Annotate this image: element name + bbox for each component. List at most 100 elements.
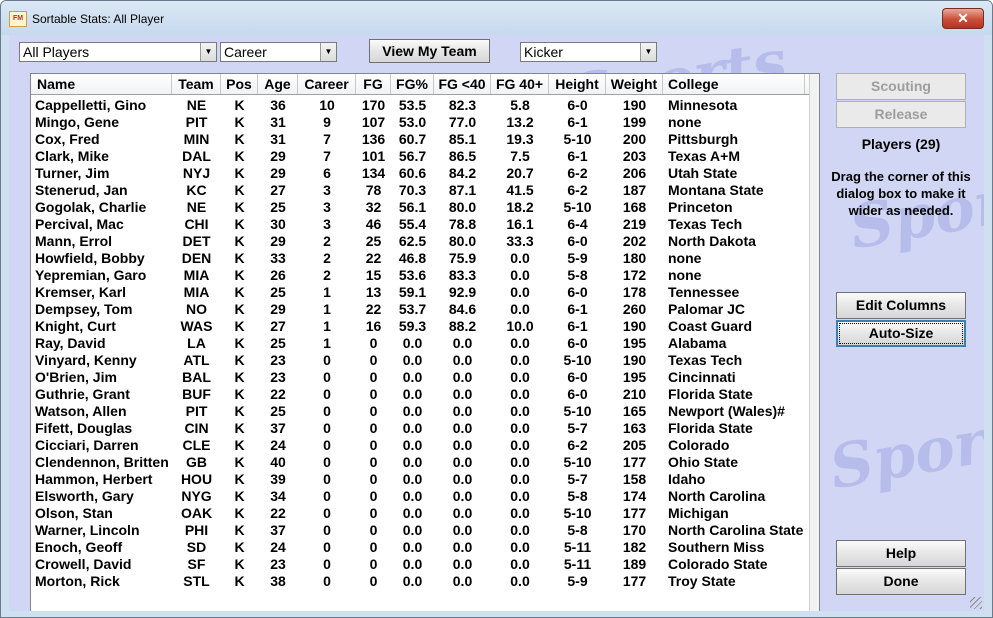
cell-age: 25 — [270, 284, 286, 300]
column-header-career[interactable]: Career — [298, 74, 356, 94]
cell-fg-40-plus: 0.0 — [510, 420, 530, 436]
resize-grip-icon[interactable] — [970, 597, 982, 609]
cell-name: O'Brien, Jim — [35, 369, 117, 385]
cell-team: DEN — [181, 250, 212, 266]
table-row[interactable]: Warner, Lincoln PHI K 37 0 0 0.0 0.0 0.0 5-8 170 No… — [31, 522, 811, 539]
vertical-scrollbar[interactable] — [809, 74, 819, 611]
table-row[interactable]: Watson, Allen PIT K 25 0 0 0.0 0.0 0.0 5-10 165 New… — [31, 403, 811, 420]
cell-college: Montana State — [668, 182, 764, 198]
cell-career: 1 — [323, 301, 331, 317]
cell-team: PIT — [185, 114, 208, 130]
period-filter-select[interactable]: Career ▼ — [220, 42, 337, 62]
close-button[interactable]: ✕ — [942, 8, 984, 29]
auto-size-button[interactable]: Auto-Size — [836, 320, 966, 347]
table-row[interactable]: Dempsey, Tom NO K 29 1 22 53.7 84.6 0.0 6-1 260 Pal… — [31, 301, 811, 318]
cell-fg: 22 — [365, 301, 382, 317]
table-row[interactable]: Clendennon, Britten GB K 40 0 0 0.0 0.0 0.0 5-10 1… — [31, 454, 811, 471]
cell-name: Clark, Mike — [35, 148, 109, 164]
done-button[interactable]: Done — [836, 568, 966, 595]
chevron-down-icon[interactable]: ▼ — [320, 43, 336, 61]
cell-height: 5-10 — [563, 454, 592, 470]
cell-weight: 168 — [622, 199, 647, 215]
cell-pos: K — [234, 505, 245, 521]
table-row[interactable]: Cox, Fred MIN K 31 7 136 60.7 85.1 19.3 5-10 200 Pi… — [31, 131, 811, 148]
table-row[interactable]: Mingo, Gene PIT K 31 9 107 53.0 77.0 13.2 6-1 199 n… — [31, 114, 811, 131]
cell-fg: 0 — [369, 420, 378, 436]
table-row[interactable]: Stenerud, Jan KC K 27 3 78 70.3 87.1 41.5 6-2 187 M… — [31, 182, 811, 199]
cell-height: 5-10 — [563, 505, 592, 521]
table-row[interactable]: O'Brien, Jim BAL K 23 0 0 0.0 0.0 0.0 6-0 195 Cinci… — [31, 369, 811, 386]
scouting-button[interactable]: Scouting — [836, 73, 966, 100]
column-header-height[interactable]: Height — [549, 74, 606, 94]
cell-team: NE — [186, 199, 207, 215]
cell-fg-40-plus: 0.0 — [510, 301, 530, 317]
table-row[interactable]: Vinyard, Kenny ATL K 23 0 0 0.0 0.0 0.0 5-10 190 Te… — [31, 352, 811, 369]
table-row[interactable]: Gogolak, Charlie NE K 25 3 32 56.1 80.0 18.2 5-10… — [31, 199, 811, 216]
players-filter-select[interactable]: All Players ▼ — [19, 42, 217, 62]
cell-team: PHI — [184, 522, 209, 538]
column-header-fg-under-40[interactable]: FG <40 — [434, 74, 491, 94]
table-row[interactable]: Howfield, Bobby DEN K 33 2 22 46.8 75.9 0.0 5-9 18… — [31, 250, 811, 267]
release-button[interactable]: Release — [836, 101, 966, 128]
table-row[interactable]: Percival, Mac CHI K 30 3 46 55.4 78.8 16.1 6-4 219… — [31, 216, 811, 233]
cell-career: 0 — [323, 556, 331, 572]
cell-college: Minnesota — [668, 97, 738, 113]
cell-college: North Carolina — [668, 488, 766, 504]
table-row[interactable]: Turner, Jim NYJ K 29 6 134 60.6 84.2 20.7 6-2 206 U… — [31, 165, 811, 182]
table-row[interactable]: Guthrie, Grant BUF K 22 0 0 0.0 0.0 0.0 6-0 210 Flo… — [31, 386, 811, 403]
table-row[interactable]: Elsworth, Gary NYG K 34 0 0 0.0 0.0 0.0 5-8 174 Nor… — [31, 488, 811, 505]
column-header-name[interactable]: Name — [31, 74, 172, 94]
cell-fg: 78 — [365, 182, 382, 198]
table-row[interactable]: Cicciari, Darren CLE K 24 0 0 0.0 0.0 0.0 6-2 205 C… — [31, 437, 811, 454]
cell-height: 5-9 — [567, 250, 588, 266]
table-row[interactable]: Ray, David LA K 25 1 0 0.0 0.0 0.0 6-0 195 Alabama — [31, 335, 811, 352]
column-header-college[interactable]: College — [663, 74, 805, 94]
table-row[interactable]: Cappelletti, Gino NE K 36 10 170 53.5 82.3 5.8 6-… — [31, 97, 811, 114]
table-row[interactable]: Enoch, Geoff SD K 24 0 0 0.0 0.0 0.0 5-11 182 South… — [31, 539, 811, 556]
column-header-team[interactable]: Team — [172, 74, 221, 94]
cell-pos: K — [234, 573, 245, 589]
cell-pos: K — [234, 148, 245, 164]
cell-fg-40-plus: 41.5 — [506, 182, 534, 198]
column-header-age[interactable]: Age — [258, 74, 298, 94]
cell-college: North Carolina State — [668, 522, 804, 538]
table-row[interactable]: Crowell, David SF K 23 0 0 0.0 0.0 0.0 5-11 189 Col… — [31, 556, 811, 573]
column-header-fg-40-plus[interactable]: FG 40+ — [491, 74, 549, 94]
title-bar[interactable]: FM Sortable Stats: All Player ✕ — [1, 1, 992, 35]
table-row[interactable]: Clark, Mike DAL K 29 7 101 56.7 86.5 7.5 6-1 203 Te… — [31, 148, 811, 165]
cell-fg: 0 — [369, 471, 378, 487]
position-filter-select[interactable]: Kicker ▼ — [520, 42, 657, 62]
table-row[interactable]: Fifett, Douglas CIN K 37 0 0 0.0 0.0 0.0 5-7 163 Fl… — [31, 420, 811, 437]
help-button[interactable]: Help — [836, 540, 966, 567]
cell-fg-40-plus: 0.0 — [510, 284, 530, 300]
cell-fg-pct: 56.1 — [398, 199, 427, 215]
chevron-down-icon[interactable]: ▼ — [640, 43, 656, 61]
column-header-weight[interactable]: Weight — [606, 74, 663, 94]
column-header-fg-pct[interactable]: FG% — [391, 74, 434, 94]
cell-team: CIN — [184, 420, 209, 436]
table-row[interactable]: Knight, Curt WAS K 27 1 16 59.3 88.2 10.0 6-1 190 C… — [31, 318, 811, 335]
cell-career: 0 — [323, 471, 331, 487]
table-row[interactable]: Morton, Rick STL K 38 0 0 0.0 0.0 0.0 5-9 177 Troy … — [31, 573, 811, 590]
table-row[interactable]: Hammon, Herbert HOU K 39 0 0 0.0 0.0 0.0 5-7 158 Id… — [31, 471, 811, 488]
column-header-fg[interactable]: FG — [356, 74, 391, 94]
table-row[interactable]: Mann, Errol DET K 29 2 25 62.5 80.0 33.3 6-0 202 No… — [31, 233, 811, 250]
cell-team: GB — [186, 454, 207, 470]
stats-table[interactable]: Name Team Pos Age Career FG FG% FG <40 F… — [30, 73, 820, 611]
view-my-team-button[interactable]: View My Team — [369, 39, 490, 63]
table-row[interactable]: Olson, Stan OAK K 22 0 0 0.0 0.0 0.0 5-10 177 Michi… — [31, 505, 811, 522]
cell-fg-pct: 59.1 — [398, 284, 427, 300]
table-row[interactable]: Kremser, Karl MIA K 25 1 13 59.1 92.9 0.0 6-0 178 T… — [31, 284, 811, 301]
cell-height: 5-9 — [567, 573, 588, 589]
cell-age: 40 — [270, 454, 286, 470]
cell-pos: K — [234, 97, 245, 113]
column-header-pos[interactable]: Pos — [221, 74, 258, 94]
cell-pos: K — [234, 386, 245, 402]
chevron-down-icon[interactable]: ▼ — [200, 43, 216, 61]
cell-fg-under-40: 86.5 — [448, 148, 477, 164]
edit-columns-button[interactable]: Edit Columns — [836, 292, 966, 319]
cell-fg-under-40: 0.0 — [452, 369, 473, 385]
table-row[interactable]: Yepremian, Garo MIA K 26 2 15 53.6 83.3 0.0 5-8 17… — [31, 267, 811, 284]
cell-height: 5-11 — [563, 556, 592, 572]
cell-fg-40-plus: 0.0 — [510, 335, 530, 351]
